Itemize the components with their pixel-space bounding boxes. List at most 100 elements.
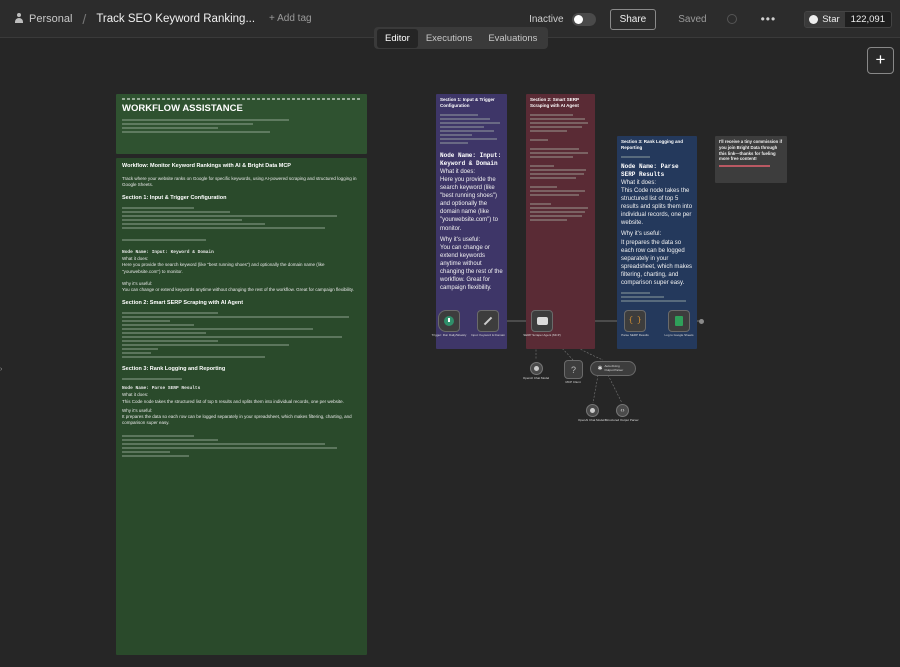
github-star-button[interactable]: Star 122,091 [804, 10, 892, 28]
text-line [122, 450, 170, 453]
sticky-main-intro: Track where your website ranks on Google… [122, 176, 357, 188]
sticky-section-2-title: Section 2: Smart SERP Scraping with AI A… [530, 97, 579, 108]
add-tag-button[interactable]: + Add tag [269, 13, 312, 24]
text-line [122, 210, 230, 213]
sticky-main-s2-title: Section 2: Smart SERP Scraping with AI A… [122, 299, 244, 306]
subnode-openai-chat-1[interactable] [586, 404, 599, 417]
tab-editor[interactable]: Editor [377, 28, 418, 48]
text-line [530, 185, 558, 188]
sticky-section-1-why: Why it's useful: [440, 236, 481, 243]
sticky-section-1-node: Node Name: Input: Keyword & Domain [440, 151, 502, 167]
text-line [122, 446, 338, 449]
text-line [530, 189, 585, 192]
sticky-main-s3-title: Section 3: Rank Logging and Reporting [122, 365, 226, 372]
text-line [122, 343, 290, 346]
braces-icon: ‹› [620, 407, 625, 414]
text-line [122, 206, 194, 209]
sticky-workflow-description[interactable]: Workflow: Monitor Keyword Rankings with … [116, 158, 367, 655]
sticky-main-title: Workflow: Monitor Keyword Rankings with … [122, 163, 291, 169]
workflow-title[interactable]: Track SEO Keyword Ranking... [96, 13, 255, 25]
robot-icon [536, 317, 548, 325]
text-line [530, 125, 582, 128]
tab-evaluations[interactable]: Evaluations [480, 29, 545, 48]
sticky-main-s1-why-desc: You can change or extend keywords anytim… [122, 287, 354, 293]
text-line [530, 113, 573, 116]
sticky-header-title: WORKFLOW ASSISTANCE [122, 103, 243, 114]
sticky-main-s3-why-desc: It prepares the data so each row can be … [122, 414, 352, 426]
person-icon [14, 13, 24, 24]
text-line [440, 117, 491, 120]
text-line [530, 164, 555, 167]
text-line [440, 129, 494, 132]
sticky-main-s1-title: Section 1: Input & Trigger Configuration [122, 194, 227, 201]
text-line [530, 176, 576, 179]
share-button[interactable]: Share [609, 8, 657, 30]
openai-icon [590, 408, 595, 413]
saved-status: Saved [678, 13, 707, 25]
node-trigger-label: Trigger: Run Daily/Weekly [431, 333, 467, 337]
text-line [122, 123, 254, 125]
text-line [440, 137, 497, 140]
text-line [122, 319, 170, 322]
node-parse-serp[interactable]: { } [624, 310, 646, 332]
github-star-label: Star [822, 13, 840, 25]
history-icon[interactable] [726, 14, 737, 24]
sticky-section-3-why-desc: It prepares the data so each row can be … [621, 239, 693, 286]
active-status-label: Inactive [529, 13, 564, 25]
node-google-sheets[interactable] [668, 310, 690, 332]
text-line [530, 218, 567, 221]
node-input[interactable] [477, 310, 499, 332]
clock-icon [444, 316, 454, 326]
active-toggle[interactable] [571, 12, 596, 26]
text-line [122, 351, 151, 354]
text-line [122, 214, 338, 217]
panel-expand-icon[interactable]: › [0, 366, 2, 373]
text-line [440, 121, 500, 124]
text-line [122, 355, 266, 358]
breadcrumb-separator: / [82, 10, 87, 27]
toggle-knob [573, 14, 583, 24]
subnode-mcp-client-label: MCP Client [565, 380, 581, 384]
tab-executions[interactable]: Executions [418, 29, 480, 48]
sticky-main-s3-node: Node Name: Parse SERP Results [122, 385, 201, 391]
text-line [122, 434, 194, 437]
github-icon [809, 14, 819, 24]
more-options-icon[interactable]: ••• [761, 12, 777, 26]
view-tabs: Editor Executions Evaluations [374, 27, 549, 49]
text-line [122, 339, 218, 342]
text-line [122, 327, 314, 330]
subnode-auto-fixing-parser[interactable]: ✱ Auto-Fixing Output Parser [590, 361, 636, 376]
node-trigger[interactable] [438, 310, 460, 332]
subnode-mcp-client[interactable]: ? [564, 360, 583, 379]
text-line [122, 222, 266, 225]
sticky-main-s1-desc: Here you provide the search keyword (lik… [122, 262, 325, 274]
text-line [122, 442, 326, 445]
breadcrumb: Personal / Track SEO Keyword Ranking... … [0, 0, 312, 37]
openai-icon [534, 366, 539, 371]
text-line [530, 202, 552, 205]
sticky-section-3-why: Why it's useful: [621, 231, 662, 238]
text-line [122, 377, 182, 380]
wrench-icon: ✱ [597, 366, 603, 372]
output-port[interactable] [699, 319, 704, 324]
text-line [122, 347, 158, 350]
sticky-affiliate-note[interactable]: I'll receive a tiny commission if you jo… [715, 136, 787, 183]
text-line [440, 113, 478, 116]
sticky-section-3-desc: This Code node takes the structured list… [621, 187, 693, 227]
sticky-section-3-title: Section 3: Rank Logging and Reporting [621, 139, 684, 150]
sticky-workflow-header[interactable]: WORKFLOW ASSISTANCE [116, 94, 367, 154]
add-node-button[interactable]: + [867, 47, 894, 74]
text-line [530, 129, 567, 132]
subnode-openai-chat[interactable] [530, 362, 543, 375]
connection-parser-openai1 [592, 374, 599, 404]
project-link[interactable]: Personal [29, 13, 72, 25]
code-icon: { } [628, 317, 642, 325]
subnode-structured-parser[interactable]: ‹› [616, 404, 629, 417]
text-line [122, 438, 218, 441]
text-line [440, 141, 469, 144]
text-line [530, 117, 585, 120]
sticky-section-1-why-desc: You can change or extend keywords anytim… [440, 244, 503, 292]
affiliate-link[interactable] [719, 165, 771, 168]
node-serp-agent[interactable] [531, 310, 553, 332]
text-line [122, 131, 271, 133]
